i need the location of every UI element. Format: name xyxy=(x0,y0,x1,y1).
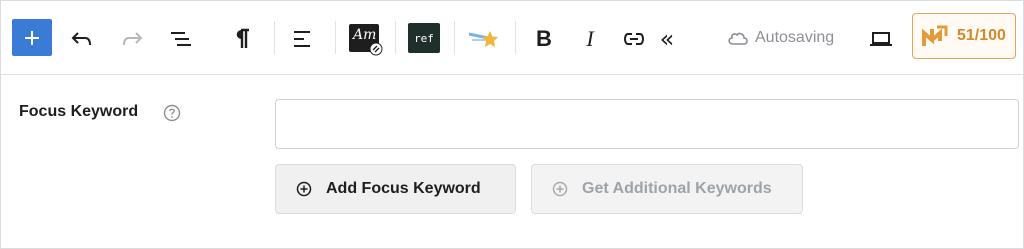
add-focus-keyword-label: Add Focus Keyword xyxy=(326,180,481,197)
autosave-status: Autosaving xyxy=(727,27,834,49)
link-icon xyxy=(624,33,644,45)
help-icon[interactable] xyxy=(163,104,181,122)
document-overview-button[interactable] xyxy=(163,23,199,55)
toolbar-separator xyxy=(274,21,275,54)
toolbar-separator xyxy=(454,21,455,54)
autosave-label: Autosaving xyxy=(755,29,835,46)
toolbar-separator xyxy=(395,21,396,54)
redo-button[interactable] xyxy=(114,23,150,55)
plus-circle-icon xyxy=(296,181,312,197)
rank-math-logo-icon xyxy=(922,25,948,46)
more-options-button[interactable]: « xyxy=(649,23,685,55)
link-badge-icon xyxy=(369,42,383,56)
am-plugin-button[interactable]: Am xyxy=(349,24,383,56)
seo-score-button[interactable]: 51/100 xyxy=(912,13,1016,59)
am-label: Am xyxy=(353,27,377,43)
plus-circle-icon xyxy=(552,181,568,197)
undo-icon xyxy=(71,32,91,46)
laptop-icon xyxy=(870,32,892,46)
add-block-button[interactable] xyxy=(12,19,52,56)
shooting-star-icon xyxy=(468,31,498,47)
shooting-star-button[interactable] xyxy=(466,23,502,55)
toolbar-separator xyxy=(515,21,516,54)
plus-icon xyxy=(25,30,39,45)
paragraph-block-button[interactable] xyxy=(224,23,260,55)
cloud-icon xyxy=(728,32,748,45)
align-button[interactable] xyxy=(284,23,320,55)
italic-label: I xyxy=(586,26,594,51)
seo-score-value: 51/100 xyxy=(957,27,1006,44)
preview-button[interactable] xyxy=(863,23,899,55)
bold-label: B xyxy=(536,26,552,51)
get-additional-keywords-label: Get Additional Keywords xyxy=(582,180,772,197)
list-view-icon xyxy=(171,32,191,46)
align-left-icon xyxy=(294,31,310,47)
editor-frame: Am ref B I « Autosaving 51/100 Focus Key… xyxy=(0,0,1024,249)
paragraph-icon xyxy=(236,28,249,48)
editor-toolbar: Am ref B I « Autosaving 51/100 xyxy=(1,1,1023,75)
collapse-icon: « xyxy=(659,25,675,53)
focus-keyword-label: Focus Keyword xyxy=(19,103,139,120)
get-additional-keywords-button[interactable]: Get Additional Keywords xyxy=(531,164,803,214)
bold-button[interactable]: B xyxy=(526,23,562,55)
redo-icon xyxy=(123,32,143,46)
ref-label: ref xyxy=(414,31,434,45)
undo-button[interactable] xyxy=(64,23,100,55)
italic-button[interactable]: I xyxy=(572,23,608,55)
toolbar-separator xyxy=(335,21,336,54)
ref-button[interactable]: ref xyxy=(408,23,440,53)
focus-keyword-input[interactable] xyxy=(275,99,1019,149)
link-button[interactable] xyxy=(616,23,652,55)
add-focus-keyword-button[interactable]: Add Focus Keyword xyxy=(275,164,516,214)
